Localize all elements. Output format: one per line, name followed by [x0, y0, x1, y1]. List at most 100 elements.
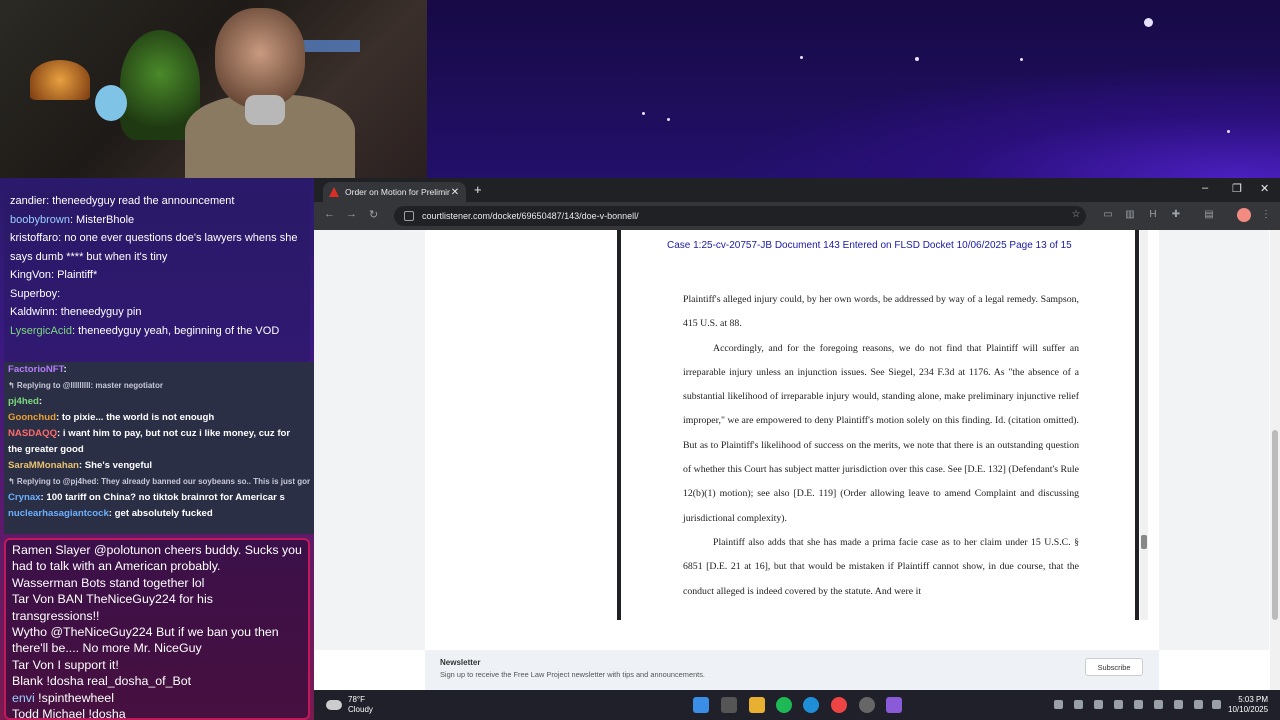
- chat-top: zandier: theneedyguy read the announceme…: [4, 192, 310, 362]
- pdf-scroll-thumb[interactable]: [1141, 535, 1147, 549]
- chat-message: KingVon: Plaintiff*: [10, 266, 304, 285]
- chat-text: !spinthewheel: [34, 690, 114, 705]
- chat-username[interactable]: Superboy: [10, 288, 57, 300]
- pdf-text: Plaintiff's alleged injury could, by her…: [683, 288, 1079, 604]
- page-scrollbar[interactable]: [1270, 230, 1280, 690]
- chat-text: : 100 tariff on China? no tiktok brainro…: [40, 492, 285, 503]
- star: [642, 112, 645, 115]
- browser-window: Order on Motion for Prelimina ✕ + – ❐ ✕ …: [314, 178, 1280, 690]
- chat-message: Superboy:: [10, 285, 304, 304]
- profile-avatar[interactable]: [1237, 208, 1251, 222]
- chat-username[interactable]: Tar Von: [12, 592, 54, 606]
- chat-message: Blank !dosha real_dosha_of_Bot: [12, 673, 302, 689]
- pdf-case-header: Case 1:25-cv-20757-JB Document 143 Enter…: [667, 240, 1072, 251]
- chat-username[interactable]: Wasserman: [12, 576, 78, 590]
- chat-username[interactable]: Blank: [12, 674, 43, 688]
- trash-icon[interactable]: ▥: [1124, 209, 1136, 221]
- file-explorer-icon[interactable]: [749, 697, 765, 713]
- chat-middle: FactorioNFT: ↰ Replying to @lllllllll: ma…: [4, 362, 314, 534]
- sidepanel-icon[interactable]: ▤: [1203, 209, 1215, 221]
- bookmark-star-icon[interactable]: ☆: [1070, 209, 1082, 221]
- minimize-button[interactable]: –: [1202, 182, 1208, 194]
- chat-message: Ramen Slayer @polotunon cheers buddy. Su…: [12, 542, 302, 575]
- chat-username[interactable]: Kaldwinn: [10, 306, 55, 318]
- chat-text: :: [38, 396, 43, 407]
- chat-message: Kaldwinn: theneedyguy pin: [10, 303, 304, 322]
- start-windows-icon[interactable]: [693, 697, 709, 713]
- chat-text: : Plaintiff*: [50, 269, 98, 281]
- chat-username[interactable]: NASDAQQ: [8, 428, 57, 439]
- chat-username[interactable]: Ramen Slayer: [12, 543, 91, 557]
- weather-widget[interactable]: 78°F Cloudy: [326, 695, 373, 715]
- star: [1020, 58, 1023, 61]
- tray-icon[interactable]: [1134, 700, 1143, 709]
- chat-username[interactable]: envi: [12, 691, 35, 705]
- chat-message: FactorioNFT:: [8, 362, 310, 378]
- chat-username[interactable]: nuclearhasagiantcock: [8, 508, 109, 519]
- close-tab-icon[interactable]: ✕: [450, 187, 460, 198]
- maximize-button[interactable]: ❐: [1232, 182, 1242, 195]
- chat-username[interactable]: FactorioNFT: [8, 364, 63, 375]
- chat-text: : get absolutely fucked: [108, 508, 213, 519]
- chat-text: : She's vengeful: [78, 460, 153, 471]
- temperature: 78°F: [348, 695, 365, 704]
- tray-icon[interactable]: [1074, 700, 1083, 709]
- edge-icon[interactable]: [803, 697, 819, 713]
- close-window-button[interactable]: ✕: [1260, 182, 1269, 195]
- forward-arrow-icon[interactable]: →: [346, 208, 357, 220]
- tray-icon[interactable]: [1174, 700, 1183, 709]
- chat-username[interactable]: KingVon: [10, 269, 51, 281]
- spotify-icon[interactable]: [776, 697, 792, 713]
- extensions-puzzle-icon[interactable]: ✚: [1170, 209, 1182, 221]
- chat-username[interactable]: pj4hed: [8, 396, 39, 407]
- chat-username[interactable]: SaraMMonahan: [8, 460, 79, 471]
- chat-text: !dosha: [85, 707, 126, 720]
- tray-icon[interactable]: [1114, 700, 1123, 709]
- page-scroll-thumb[interactable]: [1272, 430, 1278, 620]
- chrome-icon[interactable]: [831, 697, 847, 713]
- chat-username[interactable]: Tar Von: [12, 658, 54, 672]
- chat-text: : MisterBhole: [69, 213, 135, 226]
- chat-username[interactable]: zandier: [10, 195, 46, 207]
- chat-username[interactable]: Crynax: [8, 492, 41, 503]
- volume-icon[interactable]: [1194, 700, 1203, 709]
- page-margin-right: [1159, 230, 1269, 650]
- extension-h-icon[interactable]: H: [1147, 209, 1159, 221]
- site-info-icon[interactable]: [404, 211, 414, 221]
- chat-username[interactable]: Todd Michael: [12, 707, 85, 718]
- pdf-paragraph: Plaintiff also adds that she has made a …: [683, 536, 1079, 597]
- obs-icon[interactable]: [859, 697, 875, 713]
- back-arrow-icon[interactable]: ←: [324, 208, 335, 220]
- app-icon[interactable]: [886, 697, 902, 713]
- tray-icon[interactable]: [1054, 700, 1063, 709]
- chat-username[interactable]: Goonchud: [8, 412, 56, 423]
- star: [915, 57, 919, 61]
- chat-text: : theneedyguy yeah, beginning of the VOD: [71, 324, 280, 337]
- pdf-paragraph: Plaintiff's alleged injury could, by her…: [683, 294, 1079, 330]
- chat-username[interactable]: LysergicAcid: [10, 325, 72, 337]
- chat-username[interactable]: Wytho: [12, 625, 47, 639]
- network-icon[interactable]: [1212, 700, 1221, 709]
- menu-dots-icon[interactable]: ⋮: [1260, 209, 1272, 221]
- system-clock[interactable]: 5:03 PM 10/10/2025: [1228, 695, 1268, 715]
- chat-username[interactable]: boobybrown: [10, 214, 70, 226]
- studio-light: [300, 40, 360, 52]
- page-margin-left: [314, 230, 425, 650]
- tray-icon[interactable]: [1094, 700, 1103, 709]
- task-view-icon[interactable]: [721, 697, 737, 713]
- reload-icon[interactable]: ↻: [369, 208, 378, 221]
- tray-icon[interactable]: [1154, 700, 1163, 709]
- chat-message: kristoffaro: no one ever questions doe's…: [10, 229, 304, 266]
- pdf-viewer[interactable]: Case 1:25-cv-20757-JB Document 143 Enter…: [617, 230, 1139, 620]
- chat-username[interactable]: kristoffaro: [10, 232, 58, 244]
- chat-message: nuclearhasagiantcock: get absolutely fuc…: [8, 506, 310, 522]
- address-bar[interactable]: courtlistener.com/docket/69650487/143/do…: [394, 206, 1086, 226]
- pdf-scrollbar[interactable]: [1140, 230, 1148, 620]
- chat-text: : to pixie... the world is not enough: [55, 412, 215, 423]
- chat-text: @TheNiceGuy224 But if we ban you then th…: [12, 625, 279, 656]
- folder-icon[interactable]: ▭: [1102, 209, 1114, 221]
- new-tab-button[interactable]: +: [474, 182, 482, 197]
- subscribe-button[interactable]: Subscribe: [1085, 658, 1143, 676]
- courtlistener-favicon-icon: [329, 187, 339, 197]
- browser-tab[interactable]: Order on Motion for Prelimina ✕: [323, 182, 466, 202]
